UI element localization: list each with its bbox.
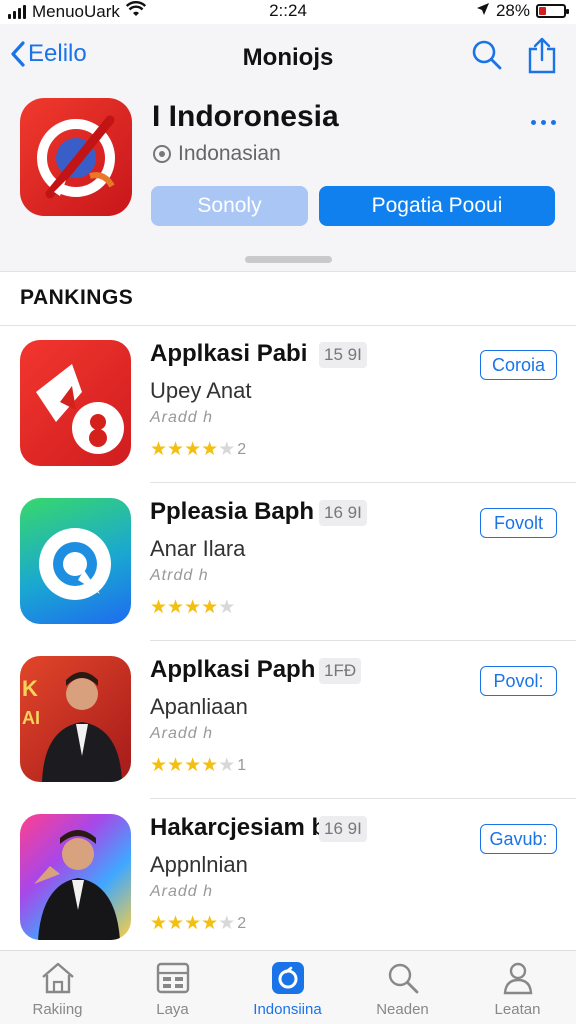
share-button[interactable]	[526, 36, 558, 79]
star-filled-icon: ★	[167, 597, 185, 618]
star-rating: ★ ★ ★ ★ ★ 2	[150, 438, 246, 461]
battery-percent: 28%	[495, 1, 530, 20]
app-caption: Aradd h	[150, 409, 214, 426]
star-filled-icon: ★	[201, 439, 219, 460]
app-developer: Indonasian	[152, 142, 281, 166]
tab-leatan[interactable]: Leatan	[460, 961, 575, 1018]
status-bar: MenuoUark 2::24 28%	[0, 0, 576, 24]
app-category: Appnlnian	[150, 852, 248, 877]
more-icon	[531, 120, 536, 125]
star-filled-icon: ★	[201, 597, 219, 618]
app-category: Upey Anat	[150, 378, 252, 403]
star-empty-icon: ★	[218, 439, 236, 460]
tab-label: Laya	[156, 1001, 189, 1018]
tab-label: Indonsiina	[253, 1001, 322, 1018]
star-filled-icon: ★	[150, 913, 168, 934]
tab-indonsiina[interactable]: Indonsiina	[230, 961, 345, 1018]
svg-text:AI: AI	[22, 708, 40, 728]
more-options-button[interactable]	[531, 120, 556, 125]
app-icon	[20, 98, 132, 216]
star-filled-icon: ★	[167, 913, 185, 934]
star-rating: ★ ★ ★ ★ ★	[150, 596, 237, 619]
app-title: Applkasi Paph	[150, 656, 316, 683]
app-title: Ppleasia Baph	[150, 498, 315, 525]
rating-count: 2	[237, 440, 247, 458]
nav-bar: Eelilo Moniojs	[0, 24, 576, 92]
star-filled-icon: ★	[184, 913, 202, 934]
rating-count: 1	[237, 756, 247, 774]
svg-text:K: K	[22, 676, 38, 701]
star-empty-icon: ★	[218, 913, 236, 934]
rating-count: 2	[237, 914, 247, 932]
app-category: Anar Ilara	[150, 536, 246, 561]
tab-bar: Rakiing Laya Indonsiina Neaden Leatan	[0, 950, 576, 1024]
app-thumbnail	[20, 498, 131, 624]
app-caption: Atrdd h	[150, 567, 209, 584]
star-empty-icon: ★	[218, 597, 236, 618]
age-badge: 1FÐ	[319, 658, 362, 684]
developer-icon	[153, 145, 171, 163]
drag-handle[interactable]	[245, 256, 332, 263]
get-button[interactable]: Povol:	[480, 666, 557, 696]
get-button[interactable]: Gavub:	[480, 824, 557, 854]
grid-layout-icon	[156, 962, 189, 994]
ranking-row[interactable]: Applkasi Pabi 15 9I Upey Anat Aradd h ★ ★…	[0, 326, 576, 483]
app-store-icon	[271, 962, 304, 994]
app-caption: Aradd h	[150, 725, 214, 742]
star-filled-icon: ★	[184, 439, 202, 460]
get-button[interactable]: Coroia	[480, 350, 557, 380]
star-filled-icon: ★	[167, 439, 185, 460]
divider	[0, 271, 576, 272]
ranking-row[interactable]: Ppleasia Baph 16 9I Anar Ilara Atrdd h ★…	[0, 484, 576, 641]
secondary-button[interactable]: Sonoly	[151, 186, 308, 226]
star-rating: ★ ★ ★ ★ ★ 1	[150, 754, 246, 777]
star-filled-icon: ★	[167, 755, 185, 776]
share-icon	[528, 37, 556, 74]
tab-neaden[interactable]: Neaden	[345, 961, 460, 1018]
star-filled-icon: ★	[150, 597, 168, 618]
app-header: Eelilo Moniojs I Indoronesia Indonasian …	[0, 24, 576, 272]
age-badge: 15 9I	[319, 342, 367, 368]
section-title: PANKINGS	[20, 286, 134, 309]
tab-laya[interactable]: Laya	[115, 961, 230, 1018]
tab-label: Leatan	[494, 1001, 541, 1018]
app-category: Apanliaan	[150, 694, 248, 719]
search-button[interactable]	[470, 38, 504, 77]
star-rating: ★ ★ ★ ★ ★ 2	[150, 912, 246, 935]
app-caption: Aradd h	[150, 883, 214, 900]
search-icon	[388, 963, 418, 994]
tab-rakiing[interactable]: Rakiing	[0, 961, 115, 1018]
app-subtitle: Indonasian	[178, 142, 281, 165]
star-empty-icon: ★	[218, 755, 236, 776]
row-divider	[150, 798, 576, 799]
battery-icon	[536, 4, 569, 18]
row-divider	[150, 482, 576, 483]
star-filled-icon: ★	[150, 439, 168, 460]
app-thumbnail: K AI	[20, 656, 131, 782]
location-icon	[476, 1, 490, 21]
tab-label: Neaden	[376, 1001, 429, 1018]
person-icon	[503, 962, 532, 995]
ranking-row[interactable]: K AI Applkasi Paph 1FÐ Apanliaan Aradd h…	[0, 642, 576, 799]
app-thumbnail	[20, 814, 131, 940]
get-button[interactable]: Fovolt	[480, 508, 557, 538]
star-filled-icon: ★	[150, 755, 168, 776]
star-filled-icon: ★	[184, 755, 202, 776]
search-icon	[472, 40, 502, 70]
ranking-row[interactable]: Hakarcjesiam bi 16 9I Appnlnian Aradd h …	[0, 800, 576, 957]
star-filled-icon: ★	[201, 755, 219, 776]
age-badge: 16 9I	[319, 816, 367, 842]
tab-label: Rakiing	[32, 1001, 83, 1018]
app-title: Applkasi Pabi	[150, 340, 308, 367]
row-divider	[150, 640, 576, 641]
age-badge: 16 9I	[319, 500, 367, 526]
star-filled-icon: ★	[184, 597, 202, 618]
app-thumbnail	[20, 340, 131, 466]
app-name: I Indoronesia	[152, 100, 339, 133]
star-filled-icon: ★	[201, 913, 219, 934]
primary-button[interactable]: Pogatia Pooui	[319, 186, 555, 226]
app-title: Hakarcjesiam bi	[150, 814, 333, 841]
home-icon	[41, 962, 74, 994]
